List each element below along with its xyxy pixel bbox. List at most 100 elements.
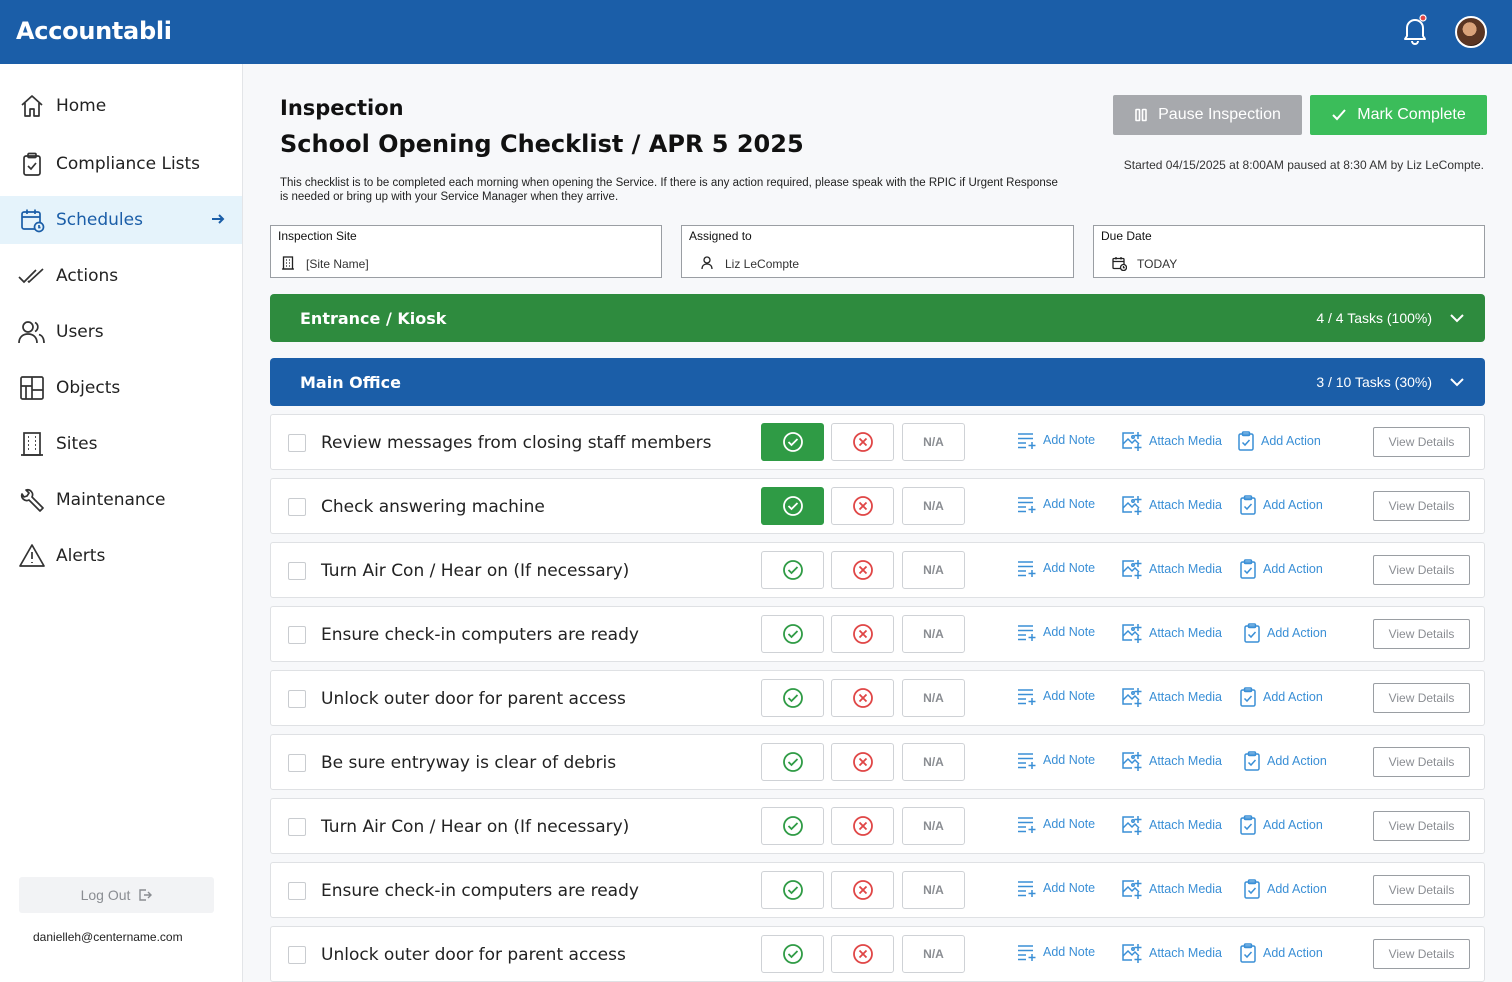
- pass-button[interactable]: [761, 679, 824, 717]
- add-note-link[interactable]: Add Note: [1017, 559, 1095, 577]
- attach-media-link[interactable]: Attach Media: [1121, 943, 1222, 963]
- due-date-field[interactable]: Due Date TODAY: [1093, 225, 1485, 278]
- sidebar-item-compliance-lists[interactable]: Compliance Lists: [0, 140, 242, 188]
- view-details-button[interactable]: View Details: [1373, 683, 1470, 713]
- na-button[interactable]: N/A: [902, 807, 965, 845]
- attach-media-link[interactable]: Attach Media: [1121, 879, 1222, 899]
- na-button[interactable]: N/A: [902, 871, 965, 909]
- attach-media-link[interactable]: Attach Media: [1121, 495, 1222, 515]
- sidebar-item-objects[interactable]: Objects: [0, 364, 242, 412]
- mark-complete-button[interactable]: Mark Complete: [1310, 95, 1487, 135]
- add-note-label: Add Note: [1043, 497, 1096, 511]
- view-details-button[interactable]: View Details: [1373, 939, 1470, 969]
- add-action-link[interactable]: Add Action: [1239, 815, 1323, 835]
- add-note-link[interactable]: Add Note: [1017, 751, 1095, 769]
- fail-button[interactable]: [831, 807, 894, 845]
- task-checkbox[interactable]: [288, 818, 306, 836]
- sidebar-item-alerts[interactable]: Alerts: [0, 532, 242, 580]
- na-button[interactable]: N/A: [902, 935, 965, 973]
- view-details-button[interactable]: View Details: [1373, 491, 1470, 521]
- view-details-button[interactable]: View Details: [1373, 619, 1470, 649]
- na-button[interactable]: N/A: [902, 679, 965, 717]
- task-checkbox[interactable]: [288, 434, 306, 452]
- task-checkbox[interactable]: [288, 690, 306, 708]
- na-button[interactable]: N/A: [902, 615, 965, 653]
- x-circle-icon: [852, 624, 873, 644]
- sidebar-item-maintenance[interactable]: Maintenance: [0, 476, 242, 524]
- add-action-link[interactable]: Add Action: [1237, 431, 1321, 451]
- section-header-main-office[interactable]: Main Office 3 / 10 Tasks (30%): [270, 358, 1485, 406]
- pass-button[interactable]: [761, 423, 824, 461]
- fail-button[interactable]: [831, 551, 894, 589]
- bell-icon[interactable]: [1400, 14, 1430, 46]
- pass-button[interactable]: [761, 615, 824, 653]
- add-action-link[interactable]: Add Action: [1239, 495, 1323, 515]
- pass-button[interactable]: [761, 807, 824, 845]
- app-logo[interactable]: Accountabli: [16, 17, 172, 45]
- add-action-link[interactable]: Add Action: [1239, 559, 1323, 579]
- view-details-button[interactable]: View Details: [1373, 427, 1470, 457]
- fail-button[interactable]: [831, 871, 894, 909]
- add-action-link[interactable]: Add Action: [1239, 687, 1323, 707]
- add-action-label: Add Action: [1267, 754, 1327, 768]
- task-checkbox[interactable]: [288, 562, 306, 580]
- inspection-site-field[interactable]: Inspection Site [Site Name]: [270, 225, 662, 278]
- attach-media-link[interactable]: Attach Media: [1121, 751, 1222, 771]
- sidebar-item-actions[interactable]: Actions: [0, 252, 242, 300]
- sidebar-item-users[interactable]: Users: [0, 308, 242, 356]
- attach-media-link[interactable]: Attach Media: [1121, 687, 1222, 707]
- add-action-link[interactable]: Add Action: [1239, 943, 1323, 963]
- add-note-link[interactable]: Add Note: [1017, 879, 1095, 897]
- pass-button[interactable]: [761, 551, 824, 589]
- section-header-entrance-kiosk[interactable]: Entrance / Kiosk 4 / 4 Tasks (100%): [270, 294, 1485, 342]
- fail-button[interactable]: [831, 935, 894, 973]
- attach-media-link[interactable]: Attach Media: [1121, 623, 1222, 643]
- sidebar-item-home[interactable]: Home: [0, 82, 242, 130]
- add-action-link[interactable]: Add Action: [1243, 879, 1327, 899]
- add-note-link[interactable]: Add Note: [1017, 943, 1095, 961]
- add-note-link[interactable]: Add Note: [1017, 623, 1095, 641]
- pause-icon: [1135, 108, 1147, 122]
- na-button[interactable]: N/A: [902, 423, 965, 461]
- user-avatar[interactable]: [1455, 16, 1487, 48]
- add-action-link[interactable]: Add Action: [1243, 751, 1327, 771]
- na-button[interactable]: N/A: [902, 551, 965, 589]
- add-action-label: Add Action: [1263, 946, 1323, 960]
- pass-button[interactable]: [761, 935, 824, 973]
- view-details-button[interactable]: View Details: [1373, 555, 1470, 585]
- note-add-icon: [1018, 625, 1036, 641]
- view-details-button[interactable]: View Details: [1373, 747, 1470, 777]
- sidebar-item-sites[interactable]: Sites: [0, 420, 242, 468]
- view-details-button[interactable]: View Details: [1373, 811, 1470, 841]
- pass-button[interactable]: [761, 743, 824, 781]
- attach-media-link[interactable]: Attach Media: [1121, 431, 1222, 451]
- attach-media-link[interactable]: Attach Media: [1121, 815, 1222, 835]
- add-note-link[interactable]: Add Note: [1017, 687, 1095, 705]
- add-action-link[interactable]: Add Action: [1243, 623, 1327, 643]
- task-checkbox[interactable]: [288, 754, 306, 772]
- task-checkbox[interactable]: [288, 626, 306, 644]
- pass-button[interactable]: [761, 871, 824, 909]
- pass-button[interactable]: [761, 487, 824, 525]
- x-circle-icon: [852, 560, 873, 580]
- add-note-link[interactable]: Add Note: [1017, 495, 1095, 513]
- add-note-link[interactable]: Add Note: [1017, 815, 1095, 833]
- pause-inspection-button[interactable]: Pause Inspection: [1113, 95, 1302, 135]
- na-button[interactable]: N/A: [902, 743, 965, 781]
- assigned-to-field[interactable]: Assigned to Liz LeCompte: [681, 225, 1074, 278]
- logout-button[interactable]: Log Out: [19, 877, 214, 913]
- add-note-link[interactable]: Add Note: [1017, 431, 1095, 449]
- fail-button[interactable]: [831, 615, 894, 653]
- fail-button[interactable]: [831, 487, 894, 525]
- sidebar-item-schedules[interactable]: Schedules: [0, 196, 242, 244]
- view-details-button[interactable]: View Details: [1373, 875, 1470, 905]
- task-checkbox[interactable]: [288, 498, 306, 516]
- fail-button[interactable]: [831, 743, 894, 781]
- attach-media-link[interactable]: Attach Media: [1121, 559, 1222, 579]
- task-checkbox[interactable]: [288, 882, 306, 900]
- fail-button[interactable]: [831, 423, 894, 461]
- fail-button[interactable]: [831, 679, 894, 717]
- task-checkbox[interactable]: [288, 946, 306, 964]
- note-add-icon: [1018, 753, 1036, 769]
- na-button[interactable]: N/A: [902, 487, 965, 525]
